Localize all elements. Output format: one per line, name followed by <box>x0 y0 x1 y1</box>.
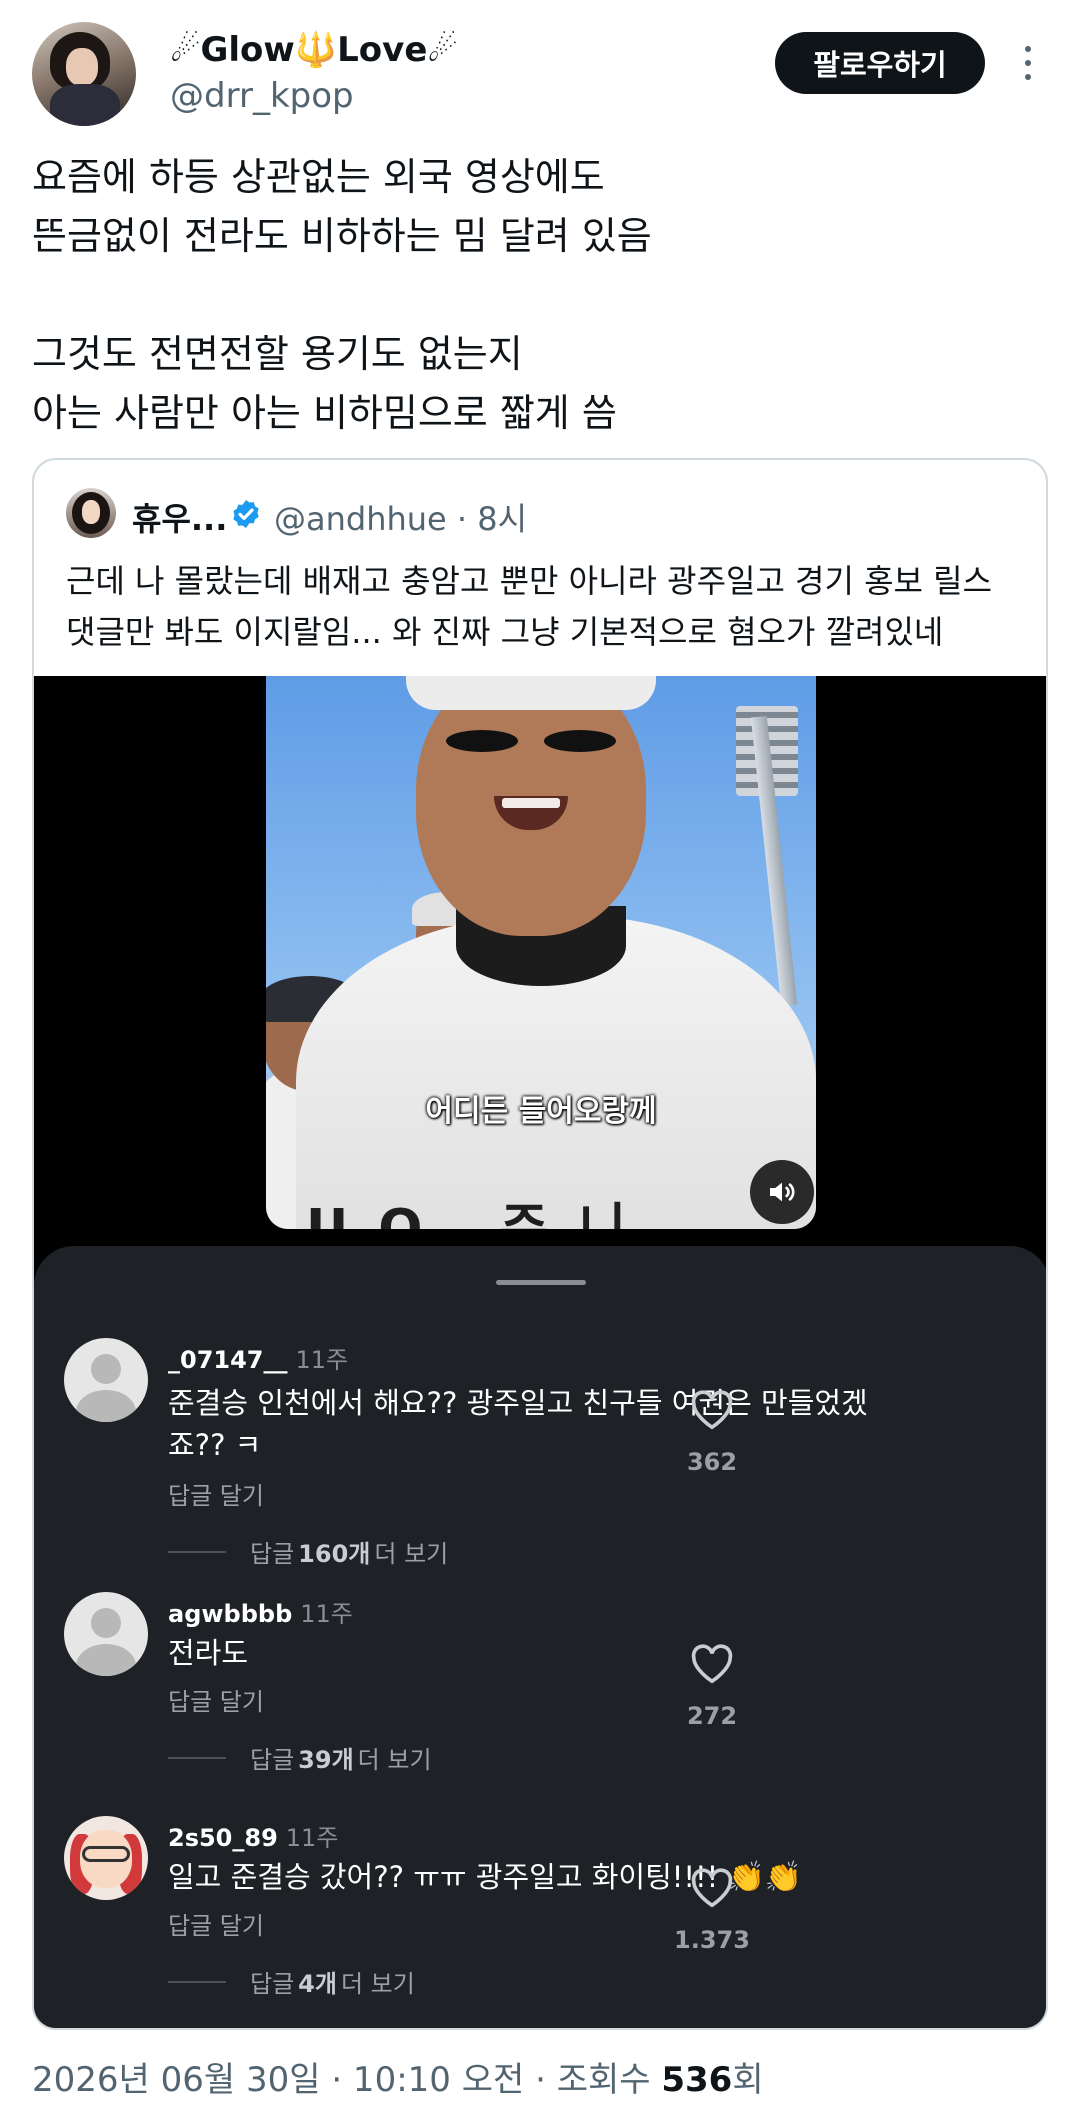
comment-line: 죠?? ㅋ <box>168 1428 262 1462</box>
quote-author-avatar[interactable] <box>66 488 116 538</box>
comment-line: 일고 준결승 갔어?? ㅠㅠ 광주일고 화이팅!!!! <box>168 1860 728 1894</box>
video-subtitle: 어디든 들어오랑께 <box>425 1094 657 1129</box>
view-replies-button[interactable]: 답글 39개 더 보기 <box>168 1740 432 1775</box>
follow-button[interactable]: 팔로우하기 <box>775 32 985 94</box>
volume-button[interactable] <box>750 1160 814 1224</box>
comment-text: 준결승 인천에서 해요?? 광주일고 친구들 여권은 만들었겠 죠?? ㅋ <box>168 1382 888 1466</box>
author-handle[interactable]: @drr_kpop <box>170 76 354 116</box>
user-placeholder-icon[interactable] <box>64 1338 148 1422</box>
video-player[interactable]: UO 주니 어디든 들어오랑께 _07147__ 11주 준결승 인천에서 해요?… <box>34 676 1046 2028</box>
view-suffix: 회 <box>732 2060 764 2100</box>
volume-icon <box>770 1182 795 1202</box>
comment-username[interactable]: _07147__ 11주 <box>168 1340 348 1375</box>
heart-icon[interactable] <box>690 1390 734 1430</box>
player-face <box>416 676 646 936</box>
quote-author-name[interactable]: 휴우... <box>132 494 227 540</box>
comment-time: 11주 <box>295 1346 349 1374</box>
comment-username[interactable]: agwbbbb 11주 <box>168 1594 353 1629</box>
view-replies-button[interactable]: 답글 160개 더 보기 <box>168 1534 448 1569</box>
comments-sheet: _07147__ 11주 준결승 인천에서 해요?? 광주일고 친구들 여권은 만… <box>34 1246 1046 2028</box>
tweet-header: ☄Glow🔱Love☄ @drr_kpop 팔로우하기 <box>0 0 1079 130</box>
clap-emoji: 👏👏 <box>727 1860 803 1895</box>
quote-line: 근데 나 몰랐는데 배재고 충암고 뿐만 아니라 광주일고 경기 홍보 릴스 <box>66 562 993 600</box>
tweet-line: 요즘에 하등 상관없는 외국 영상에도 <box>32 155 605 199</box>
comment-line: 전라도 <box>168 1636 249 1670</box>
jersey-text: UO 주니 <box>306 1199 657 1229</box>
view-replies-button[interactable]: 답글 4개 더 보기 <box>168 1964 415 1999</box>
tweet-line: 아는 사람만 아는 비하밈으로 짧게 씀 <box>32 391 617 435</box>
like-count: 1.373 <box>674 1926 750 1954</box>
tweet-line <box>32 266 1042 325</box>
tweet-meta: 2026년 06월 30일 · 10:10 오전 · 조회수 536회 <box>32 2052 764 2101</box>
video-frame[interactable]: UO 주니 어디든 들어오랑께 <box>266 676 816 1229</box>
tweet-line: 그것도 전면전할 용기도 없는지 <box>32 332 523 376</box>
comment-username[interactable]: 2s50_89 11주 <box>168 1818 338 1853</box>
heart-icon[interactable] <box>690 1868 734 1908</box>
more-icon[interactable] <box>1010 40 1046 86</box>
quote-tweet[interactable]: 휴우... @andhhue · 8시 근데 나 몰랐는데 배재고 충암고 뿐만… <box>32 458 1048 2030</box>
author-avatar[interactable] <box>32 22 136 126</box>
reply-button[interactable]: 답글 달기 <box>168 1476 264 1511</box>
author-display-name[interactable]: ☄Glow🔱Love☄ <box>170 30 458 70</box>
like-count: 362 <box>686 1448 738 1476</box>
comment-line: 준결승 인천에서 해요?? 광주일고 친구들 여권은 만들었겠 <box>168 1386 868 1420</box>
reply-button[interactable]: 답글 달기 <box>168 1682 264 1717</box>
sheet-drag-handle[interactable] <box>496 1280 586 1285</box>
quote-line: 댓글만 봐도 이지랄임... 와 진짜 그냥 기본적으로 혐오가 깔려있네 <box>66 613 944 651</box>
comment-text: 일고 준결승 갔어?? ㅠㅠ 광주일고 화이팅!!!! 👏👏 <box>168 1856 888 1899</box>
tweet-line: 뜬금없이 전라도 비하하는 밈 달려 있음 <box>32 214 652 258</box>
user-placeholder-icon[interactable] <box>64 1592 148 1676</box>
comment-time: 11주 <box>285 1824 339 1852</box>
timestamp[interactable]: 2026년 06월 30일 · 10:10 오전 · 조회수 <box>32 2060 661 2100</box>
view-count: 536 <box>661 2060 733 2100</box>
tweet-text: 요즘에 하등 상관없는 외국 영상에도 뜬금없이 전라도 비하하는 밈 달려 있… <box>32 148 1042 443</box>
commenter-avatar[interactable] <box>64 1816 148 1900</box>
reply-button[interactable]: 답글 달기 <box>168 1906 264 1941</box>
quote-text: 근데 나 몰랐는데 배재고 충암고 뿐만 아니라 광주일고 경기 홍보 릴스 댓… <box>66 556 1046 658</box>
comment-text: 전라도 <box>168 1632 888 1674</box>
quote-author-handle[interactable]: @andhhue · 8시 <box>274 494 527 540</box>
verified-icon <box>233 500 259 528</box>
comment-time: 11주 <box>300 1600 353 1628</box>
heart-icon[interactable] <box>690 1644 734 1684</box>
like-count: 272 <box>686 1702 738 1730</box>
